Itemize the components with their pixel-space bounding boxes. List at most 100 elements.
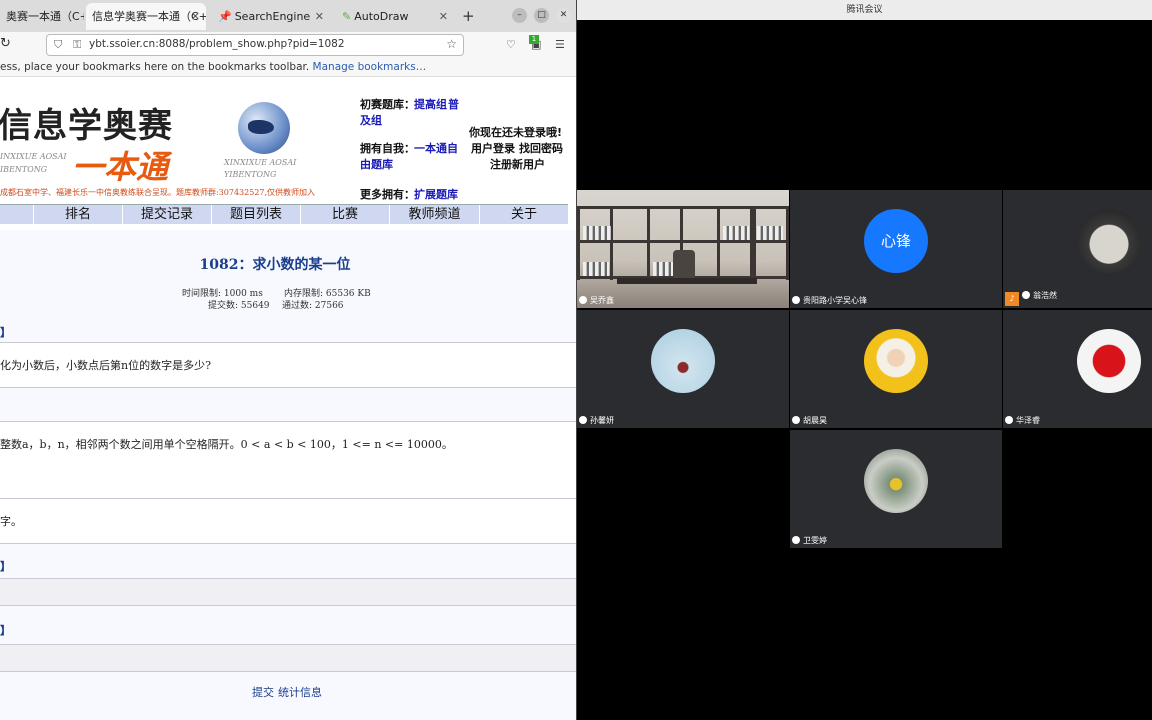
pin-icon: 📌	[218, 10, 232, 23]
avatar	[651, 329, 715, 393]
section-input: 整数a，b，n，相邻两个数之间用单个空格隔开。0 < a < b < 100，1…	[0, 421, 576, 499]
input-text: 整数a，b，n，相邻两个数之间用单个空格隔开。0 < a < b < 100，1…	[0, 438, 453, 451]
participant-name: 胡晨昊	[792, 415, 827, 426]
tab-1[interactable]: 奥赛一本通（C++	[0, 3, 84, 30]
participant-name: 贵阳路小学吴心锋	[792, 295, 867, 306]
banner-logo-text: 一本通	[72, 148, 169, 186]
section-head-sample-input: 】	[0, 560, 11, 573]
close-icon[interactable]: ✕	[315, 3, 324, 30]
tab-1-label: 奥赛一本通（C++	[6, 10, 84, 23]
pocket-icon[interactable]: ♡	[506, 38, 516, 51]
avatar: 心锋	[864, 209, 928, 273]
tab-bar: 奥赛一本通（C++ 信息学奥赛一本通（C++ ✕ 📌SearchEngine ✕…	[0, 0, 576, 32]
tab-autodraw[interactable]: ✎ AutoDraw ✕	[336, 3, 454, 30]
browser-window: 奥赛一本通（C++ 信息学奥赛一本通（C++ ✕ 📌SearchEngine ✕…	[0, 0, 577, 720]
own-label: 拥有自我：	[360, 142, 415, 155]
participant-name: 孙馨妍	[579, 415, 614, 426]
virtual-background	[577, 190, 789, 308]
menu-ranking[interactable]: 排名	[33, 205, 122, 225]
more-label: 更多拥有：	[360, 188, 415, 201]
bookmarks-toolbar: ess, place your bookmarks here on the bo…	[0, 58, 576, 77]
avatar	[864, 329, 928, 393]
submission-count: 提交数: 55649	[208, 301, 270, 311]
link-popular-2[interactable]: 及组	[360, 112, 382, 128]
minimize-icon[interactable]: –	[512, 8, 527, 23]
submit-link[interactable]: 提交	[252, 686, 274, 699]
register-link[interactable]: 注册新用户	[490, 156, 545, 172]
shield-icon[interactable]: ⛉	[54, 38, 62, 52]
menu-icon[interactable]: ☰	[555, 38, 565, 51]
screen: 奥赛一本通（C++ 信息学奥赛一本通（C++ ✕ 📌SearchEngine ✕…	[0, 0, 1152, 720]
address-bar[interactable]: ⛉ ⚿ ybt.ssoier.cn:8088/problem_show.php?…	[46, 34, 464, 56]
banner-sub4: YIBENTONG	[224, 170, 277, 179]
mic-icon	[579, 416, 587, 424]
tab-2[interactable]: 信息学奥赛一本通（C++ ✕	[86, 3, 206, 30]
participant-tile-5[interactable]: 胡晨昊	[790, 310, 1002, 428]
site-banner: 信息学奥赛 INXIXUE AOSAI IBENTONG 一本通 XINXIXU…	[0, 90, 336, 200]
bottom-links: 提交 统计信息	[252, 684, 326, 700]
tab-searchengine[interactable]: 📌 SearchEngine ✕	[212, 3, 330, 30]
window-close-icon[interactable]: ✕	[556, 8, 571, 23]
site-menu: 排名 提交记录 题目列表 比赛 教师频道 关于	[0, 204, 568, 225]
link-extended-bank[interactable]: 扩展题库	[414, 186, 458, 202]
autodraw-icon: ✎	[342, 10, 352, 23]
nav-bar: ↻ ⛉ ⚿ ybt.ssoier.cn:8088/problem_show.ph…	[0, 32, 576, 58]
menu-problem-list[interactable]: 题目列表	[211, 205, 300, 225]
sample-input-box	[0, 578, 576, 606]
tab-2-label: 信息学奥赛一本通（C++	[92, 10, 206, 23]
link-advanced[interactable]: 提高组	[414, 96, 447, 112]
extension-badge: 1	[529, 35, 539, 44]
participant-tile-1[interactable]: 吴乔鑫	[577, 190, 789, 308]
avatar	[1077, 209, 1141, 273]
meeting-window: 腾讯会议 吴乔鑫 心锋 贵阳路小学吴心锋 ♪ 翁浩然 孙馨妍 胡晨昊 华泽睿 卫…	[577, 0, 1152, 720]
banner-sub1: INXIXUE AOSAI	[0, 152, 67, 161]
menu-about[interactable]: 关于	[479, 205, 568, 225]
link-free-bank[interactable]: 一本通自	[414, 140, 458, 156]
tab-4-label: AutoDraw	[354, 10, 409, 23]
menu-contest[interactable]: 比赛	[300, 205, 389, 225]
participant-name: 卫雯婷	[792, 535, 827, 546]
section-output: 字。	[0, 498, 576, 544]
stats-link[interactable]: 统计信息	[278, 686, 322, 699]
participant-tile-4[interactable]: 孙馨妍	[577, 310, 789, 428]
link-free-bank-2[interactable]: 由题库	[360, 156, 393, 172]
bookmark-star-icon[interactable]: ☆	[446, 37, 457, 51]
menu-teacher[interactable]: 教师频道	[389, 205, 479, 225]
section-description: 化为小数后，小数点后第n位的数字是多少?	[0, 342, 576, 388]
description-text: 化为小数后，小数点后第n位的数字是多少?	[0, 359, 211, 372]
mic-icon	[1022, 291, 1030, 299]
participant-tile-7[interactable]: 卫雯婷	[790, 430, 1002, 548]
side-links: 初赛题库： 提高组 普 及组 你现在还未登录哦! 拥有自我： 一本通自 由题库 …	[360, 94, 575, 204]
reload-icon[interactable]: ↻	[0, 36, 11, 51]
participant-name: 华泽睿	[1005, 415, 1040, 426]
recover-password-link[interactable]: 找回密码	[519, 140, 563, 156]
globe-icon	[238, 102, 290, 154]
web-page: 信息学奥赛 INXIXUE AOSAI IBENTONG 一本通 XINXIXU…	[0, 78, 576, 720]
mic-icon	[792, 536, 800, 544]
bookmarks-hint: ess, place your bookmarks here on the bo…	[0, 61, 310, 73]
accepted-count: 通过数: 27566	[282, 301, 344, 311]
maximize-icon[interactable]: □	[534, 8, 549, 23]
participant-name: ♪ 翁浩然	[1005, 290, 1057, 306]
close-icon[interactable]: ✕	[439, 3, 448, 30]
problem-title: 1082：求小数的某一位	[199, 257, 351, 273]
banner-sub3: XINXIXUE AOSAI	[224, 158, 297, 167]
mic-icon	[792, 296, 800, 304]
menu-submissions[interactable]: 提交记录	[122, 205, 211, 225]
manage-bookmarks-link[interactable]: Manage bookmarks…	[313, 61, 427, 73]
participant-tile-3[interactable]: ♪ 翁浩然	[1003, 190, 1152, 308]
output-text: 字。	[0, 515, 22, 528]
link-popular[interactable]: 普	[448, 96, 459, 112]
login-link[interactable]: 用户登录	[471, 140, 515, 156]
section-head-sample-output: 】	[0, 624, 11, 637]
avatar	[864, 449, 928, 513]
problem-body: 1082：求小数的某一位 时间限制: 1000 ms 内存限制: 65536 K…	[0, 230, 576, 720]
mic-icon	[1005, 416, 1013, 424]
page-info-icon[interactable]: ⚿	[73, 38, 81, 52]
new-tab-button[interactable]: +	[462, 7, 475, 25]
participant-tile-6[interactable]: 华泽睿	[1003, 310, 1152, 428]
login-message: 你现在还未登录哦!	[469, 126, 563, 139]
section-head-description: 】	[0, 326, 11, 339]
participant-tile-2[interactable]: 心锋 贵阳路小学吴心锋	[790, 190, 1002, 308]
close-icon[interactable]: ✕	[191, 3, 200, 30]
